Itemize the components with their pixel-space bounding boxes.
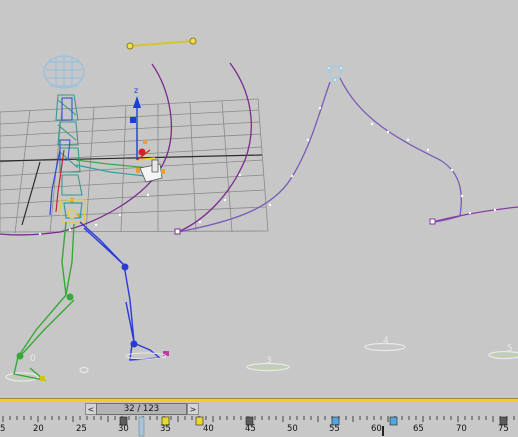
key-marker: [382, 426, 384, 436]
footprint-label: 3: [266, 356, 272, 366]
tick-label: 55: [329, 424, 340, 434]
held-object: [139, 159, 163, 183]
biped-pelvis: [59, 199, 87, 223]
footprint-label: 4: [383, 336, 389, 346]
tick-label: 75: [498, 424, 509, 434]
footprints: [5, 342, 518, 382]
tick-label: 70: [456, 424, 467, 434]
time-slider-panel: < 32 / 123 > 5 20 25 30 35 40 45 50 55 6…: [0, 398, 518, 437]
trajectory-end-key: [174, 228, 181, 235]
biped-head: [43, 55, 85, 89]
tick-label: 20: [33, 424, 44, 434]
tick-label: 60: [371, 424, 382, 434]
footprints-green: [8, 352, 518, 380]
tick-label: 35: [160, 424, 171, 434]
footprint-outline-near: [125, 352, 167, 360]
footprint-label: 0: [30, 354, 36, 364]
biped-leg-right-joints: [121, 263, 169, 356]
key-marker: [195, 416, 204, 426]
tick-label: 25: [76, 424, 87, 434]
tick-label: 30: [118, 424, 129, 434]
gizmo-z-label: z: [134, 86, 139, 95]
time-slider-row: < 32 / 123 >: [0, 402, 518, 416]
tick-label: 5: [0, 424, 6, 434]
key-marker: [389, 416, 398, 426]
current-frame-marker: [138, 416, 145, 437]
tick-label: 40: [203, 424, 214, 434]
perspective-viewport[interactable]: 0 3 4 5 z: [0, 0, 518, 398]
tick-label: 65: [413, 424, 424, 434]
tick-label: 50: [287, 424, 298, 434]
trajectory-end-key-right: [429, 218, 436, 225]
app: 0 3 4 5 z < 32 / 123 > 5 20 25 30 35 40 …: [0, 0, 518, 437]
biped-leg-right: [79, 221, 162, 361]
footprint-label: 5: [507, 344, 513, 354]
time-slider-thumb[interactable]: 32 / 123: [96, 403, 187, 415]
next-frame-button[interactable]: >: [187, 403, 199, 415]
biped-leg-left-joints: [16, 293, 74, 381]
yellow-bone: [126, 37, 197, 50]
trackbar[interactable]: 5 20 25 30 35 40 45 50 55 60 65 70 75: [0, 416, 518, 437]
viewport-scene[interactable]: [0, 0, 518, 398]
tick-label: 45: [245, 424, 256, 434]
